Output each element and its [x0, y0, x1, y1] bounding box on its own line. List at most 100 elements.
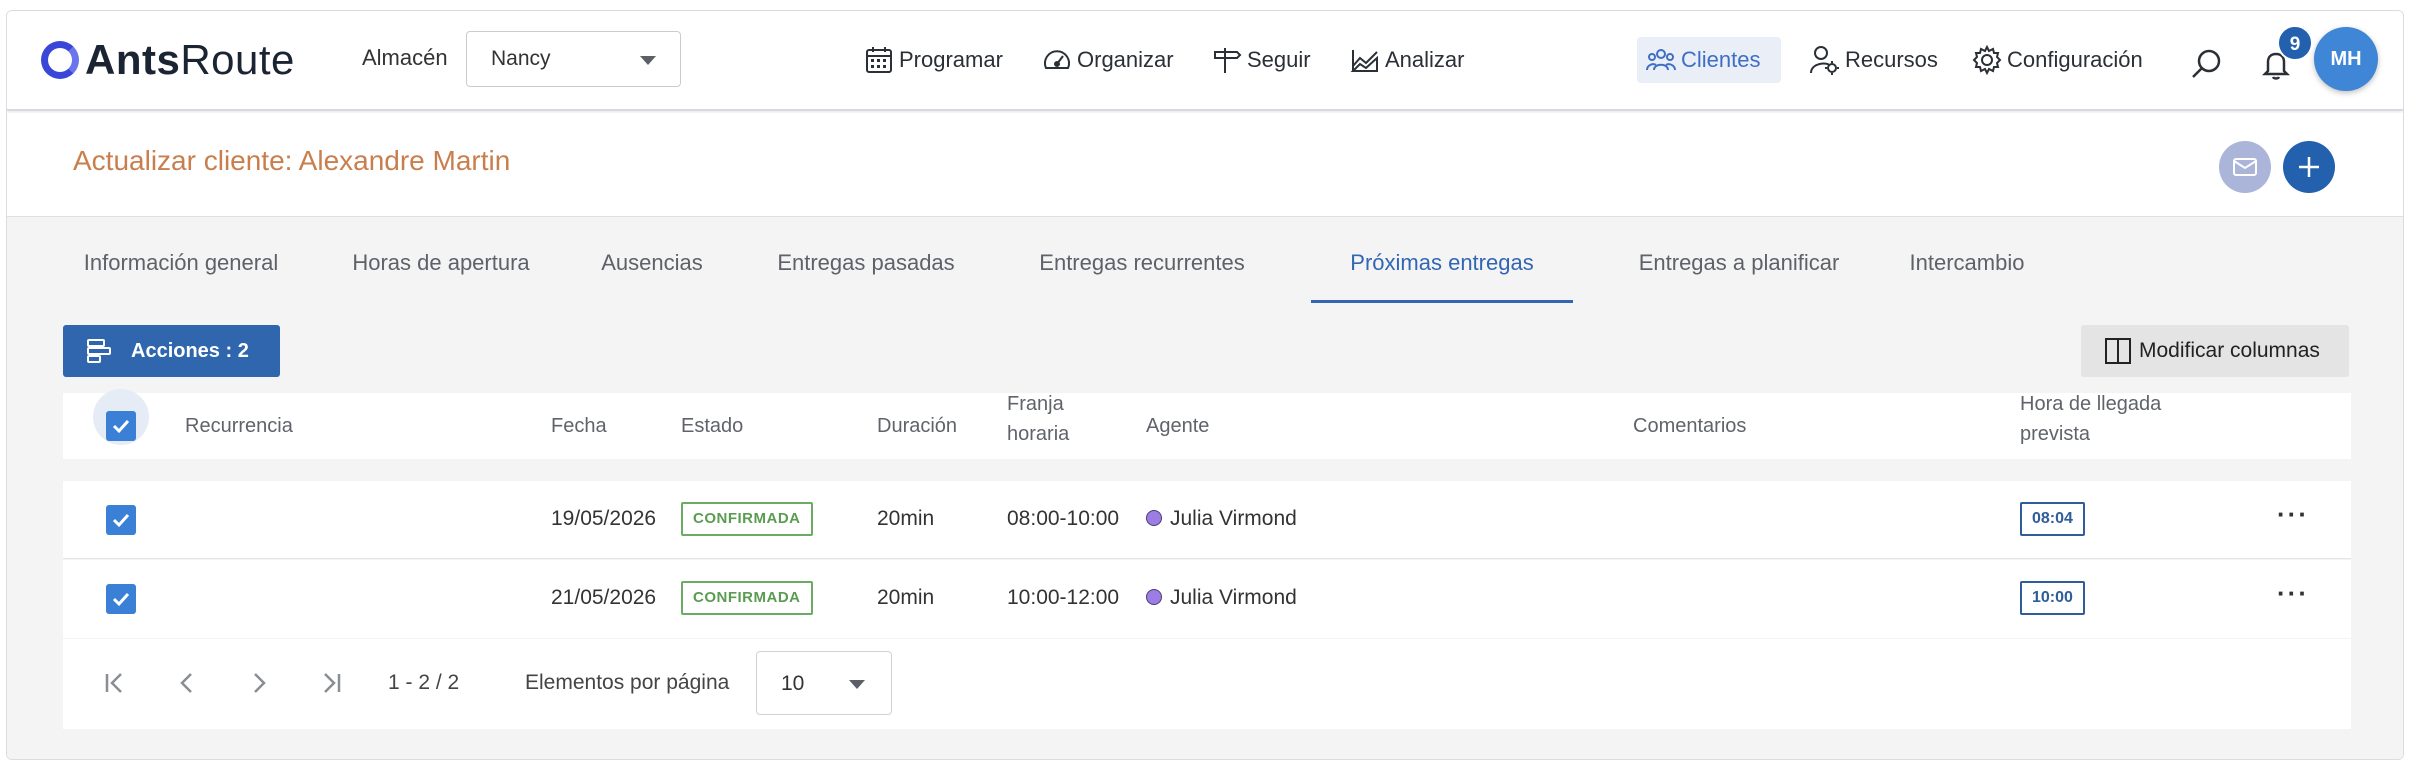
header-comentarios[interactable]: Comentarios — [1633, 411, 1746, 441]
antsroute-logo[interactable]: AntsRoute — [41, 35, 295, 85]
chevron-down-icon — [640, 56, 656, 65]
nav-seguir-label: Seguir — [1247, 47, 1311, 72]
pagination-range: 1 - 2 / 2 — [388, 671, 460, 694]
checkmark-icon — [112, 419, 130, 434]
header-eta-line1: Hora de llegada — [2020, 393, 2162, 415]
row-more-options-icon[interactable]: ··· — [2277, 578, 2309, 609]
logo-ring-icon — [41, 41, 79, 79]
send-email-button[interactable] — [2219, 141, 2271, 193]
tab-intercambio[interactable]: Intercambio — [1887, 217, 2047, 303]
modify-columns-button[interactable]: Modificar columnas — [2081, 325, 2349, 377]
agent-name: Julia Virmond — [1170, 586, 1297, 609]
tab-entregas-recurrentes[interactable]: Entregas recurrentes — [1017, 217, 1267, 303]
nav-analizar[interactable]: Analizar — [1341, 37, 1472, 83]
user-avatar[interactable]: MH — [2314, 27, 2378, 91]
main-content: Información general Horas de apertura Au… — [7, 217, 2403, 759]
table-row[interactable]: 19/05/2026 CONFIRMADA 20min 08:00-10:00 … — [63, 481, 2351, 559]
warehouse-label: Almacén — [362, 45, 448, 70]
row-checkbox[interactable] — [106, 505, 136, 535]
eta-badge: 10:00 — [2020, 581, 2085, 615]
tab-horas-de-apertura[interactable]: Horas de apertura — [339, 217, 543, 303]
status-badge: CONFIRMADA — [681, 502, 813, 536]
next-page-icon[interactable] — [243, 667, 275, 699]
items-per-page-select[interactable]: 10 — [756, 651, 892, 715]
cell-duration: 20min — [877, 507, 935, 530]
gear-icon — [1972, 44, 2002, 76]
plus-icon — [2299, 157, 2319, 177]
chart-area-icon — [1350, 50, 1378, 72]
nav-configuracion-label: Configuración — [2007, 47, 2143, 72]
header-hora-llegada[interactable]: Hora de llegada prevista — [2020, 389, 2161, 449]
header-franja-line1: Franja — [1007, 393, 1064, 415]
nav-recursos-label: Recursos — [1845, 47, 1938, 72]
checkmark-icon — [112, 592, 130, 607]
cell-duration: 20min — [877, 586, 935, 609]
header-recurrencia[interactable]: Recurrencia — [185, 411, 293, 441]
warehouse-select[interactable]: Nancy — [466, 31, 681, 87]
page-title: Actualizar cliente: Alexandre Martin — [73, 145, 511, 176]
header-fecha[interactable]: Fecha — [551, 411, 607, 441]
agent-color-dot — [1146, 589, 1162, 605]
envelope-icon — [2233, 158, 2257, 176]
cell-agent: Julia Virmond — [1146, 507, 1297, 531]
users-group-icon — [1646, 49, 1676, 71]
agent-name: Julia Virmond — [1170, 507, 1297, 530]
nav-programar[interactable]: Programar — [855, 37, 1011, 83]
tab-informacion-general[interactable]: Información general — [65, 217, 297, 303]
tab-ausencias[interactable]: Ausencias — [587, 217, 717, 303]
cell-date: 21/05/2026 — [551, 586, 657, 609]
row-checkbox[interactable] — [106, 584, 136, 614]
cell-time-slot: 10:00-12:00 — [1007, 586, 1120, 609]
previous-page-icon[interactable] — [171, 667, 203, 699]
list-actions-icon — [87, 339, 111, 363]
checkmark-icon — [112, 513, 130, 528]
select-all-checkbox[interactable] — [106, 411, 136, 441]
status-badge: CONFIRMADA — [681, 581, 813, 615]
pagination-bar: 1 - 2 / 2 Elementos por página 10 — [63, 639, 2351, 729]
items-per-page-value: 10 — [781, 672, 805, 695]
last-page-icon[interactable] — [315, 667, 347, 699]
header-franja-line2: horaria — [1007, 423, 1070, 445]
header-agente[interactable]: Agente — [1146, 411, 1209, 441]
header-franja-horaria[interactable]: Franja horaria — [1007, 389, 1069, 449]
row-more-options-icon[interactable]: ··· — [2277, 499, 2309, 530]
logo-text: AntsRoute — [85, 36, 295, 83]
table-header: Recurrencia Fecha Estado Duración Franja… — [63, 389, 2351, 459]
calendar-icon — [866, 47, 892, 73]
nav-seguir[interactable]: Seguir — [1203, 37, 1319, 83]
eta-badge: 08:04 — [2020, 502, 2085, 536]
first-page-icon[interactable] — [99, 667, 131, 699]
user-gear-icon — [1810, 46, 1839, 75]
add-button[interactable] — [2283, 141, 2335, 193]
nav-clientes[interactable]: Clientes — [1637, 37, 1781, 83]
tab-proximas-entregas[interactable]: Próximas entregas — [1311, 217, 1573, 303]
warehouse-select-value: Nancy — [491, 47, 551, 70]
items-per-page-label: Elementos por página — [525, 671, 730, 694]
nav-recursos[interactable]: Recursos — [1801, 37, 1946, 83]
modify-columns-label: Modificar columnas — [2139, 339, 2320, 362]
columns-icon — [2105, 338, 2131, 364]
nav-organizar-label: Organizar — [1077, 47, 1174, 72]
header-eta-line2: prevista — [2020, 423, 2091, 445]
nav-configuracion[interactable]: Configuración — [1963, 37, 2151, 83]
tab-entregas-pasadas[interactable]: Entregas pasadas — [759, 217, 973, 303]
cell-time-slot: 08:00-10:00 — [1007, 507, 1120, 530]
top-navigation-bar: AntsRoute Almacén Nancy Programar Organi… — [7, 11, 2403, 111]
speedometer-icon — [1044, 50, 1070, 69]
table-row[interactable]: 21/05/2026 CONFIRMADA 20min 10:00-12:00 … — [63, 560, 2351, 638]
agent-color-dot — [1146, 510, 1162, 526]
tab-entregas-a-planificar[interactable]: Entregas a planificar — [1611, 217, 1867, 303]
chevron-down-icon — [849, 680, 865, 689]
actions-button[interactable]: Acciones : 2 — [63, 325, 280, 377]
header-duracion[interactable]: Duración — [877, 411, 957, 441]
header-estado[interactable]: Estado — [681, 411, 743, 441]
signpost-icon — [1214, 48, 1242, 73]
nav-analizar-label: Analizar — [1385, 47, 1465, 72]
cell-date: 19/05/2026 — [551, 507, 657, 530]
search-icon[interactable] — [2189, 47, 2223, 81]
nav-programar-label: Programar — [899, 47, 1003, 72]
nav-clientes-label: Clientes — [1681, 47, 1761, 72]
page-header: Actualizar cliente: Alexandre Martin — [7, 113, 2403, 217]
nav-organizar[interactable]: Organizar — [1033, 37, 1182, 83]
app-window: AntsRoute Almacén Nancy Programar Organi… — [6, 10, 2404, 760]
